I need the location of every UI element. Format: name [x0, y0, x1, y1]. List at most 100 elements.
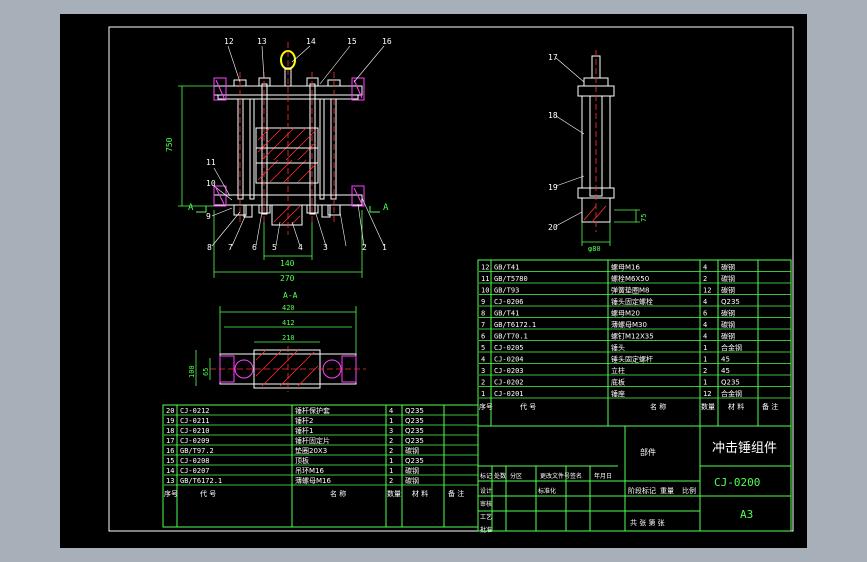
- bom-header-cell: 材 料: [412, 489, 428, 498]
- bom-cell: 薄螺母M16: [295, 476, 331, 485]
- bom-cell: 碳钢: [721, 274, 735, 283]
- dim-side-height: 75: [640, 214, 648, 222]
- bom-cell: 12: [703, 390, 711, 398]
- rev-header-cell: 分区: [510, 472, 522, 480]
- bom-cell: 1: [703, 356, 707, 364]
- bom-header-cell: 数量: [387, 489, 401, 498]
- bom-cell: 7: [481, 321, 485, 329]
- bom-cell: 2: [703, 275, 707, 283]
- bom-header-cell: 名 称: [330, 489, 346, 498]
- title-row-label: 设计: [480, 487, 492, 495]
- balloon-13: 13: [257, 37, 267, 46]
- bom-cell: Q235: [405, 417, 424, 425]
- bom-cell: 45: [721, 356, 730, 364]
- bom-cell: 6: [481, 333, 485, 341]
- balloon-20: 20: [548, 223, 558, 232]
- dim-inner-width: 140: [280, 259, 295, 268]
- bom-cell: 4: [703, 321, 707, 329]
- bom-cell: 12: [703, 287, 711, 295]
- bom-cell: 2: [389, 437, 393, 445]
- bom-cell: 螺母M16: [611, 263, 640, 272]
- bom-cell: 螺钉M12X35: [611, 332, 654, 341]
- bom-cell: CJ-0209: [180, 437, 210, 445]
- balloon-5: 5: [272, 243, 277, 252]
- bom-cell: GB/T93: [494, 287, 519, 295]
- std-label: 标准化: [538, 487, 556, 495]
- bom-cell: GB/T41: [494, 310, 519, 318]
- sheet-count: 共 张 第 张: [630, 518, 665, 527]
- bom-header-cell: 代 号: [520, 402, 536, 411]
- drawing-title: 冲击锤组件: [712, 441, 777, 456]
- weight-field: 重量: [660, 487, 674, 495]
- bom-cell: 合金钢: [721, 389, 742, 398]
- bom-cell: 碳钢: [721, 320, 735, 329]
- dim-420: 420: [282, 304, 295, 312]
- title-row-label: 审核: [480, 500, 492, 508]
- bom-cell: 8: [481, 310, 485, 318]
- bom-cell: 垫圈20X3: [295, 446, 327, 455]
- bom-cell: 碳钢: [721, 309, 735, 318]
- balloon-8: 8: [207, 243, 212, 252]
- balloon-10: 10: [206, 179, 216, 188]
- bom-cell: 顶板: [295, 456, 309, 465]
- bom-cell: 锤杆保护套: [295, 406, 330, 415]
- bom-cell: 合金钢: [721, 343, 742, 352]
- bom-cell: CJ-0206: [494, 298, 524, 306]
- bom-cell: 锤杆2: [295, 416, 313, 425]
- bom-cell: 20: [166, 407, 174, 415]
- section-mark-right: A: [383, 203, 389, 213]
- bom-cell: 4: [703, 264, 707, 272]
- balloon-7: 7: [228, 243, 233, 252]
- balloon-15: 15: [347, 37, 357, 46]
- bom-cell: 螺栓M6X50: [611, 274, 649, 283]
- bom-cell: 45: [721, 367, 730, 375]
- scale-field: 比例: [682, 486, 696, 495]
- bom-cell: Q235: [721, 298, 740, 306]
- section-label: A-A: [283, 291, 298, 300]
- bom-cell: 立柱: [611, 366, 625, 375]
- dim-65: 65: [202, 368, 210, 376]
- bom-cell: 锤头固定螺杆: [611, 355, 653, 364]
- bom-cell: 1: [481, 390, 485, 398]
- bom-cell: GB/T41: [494, 264, 519, 272]
- bom-cell: GB/T5780: [494, 275, 528, 283]
- balloon-6: 6: [252, 243, 257, 252]
- balloon-4: 4: [298, 243, 303, 252]
- bom-header-cell: 材 料: [728, 402, 744, 411]
- bom-cell: 锤座: [611, 389, 625, 398]
- bom-cell: Q235: [405, 437, 424, 445]
- dim-side-width: φ80: [588, 245, 601, 253]
- bom-cell: Q235: [405, 407, 424, 415]
- bom-cell: GB/T70.1: [494, 333, 528, 341]
- bom-cell: 5: [481, 344, 485, 352]
- balloon-16: 16: [382, 37, 392, 46]
- bom-cell: 2: [389, 447, 393, 455]
- title-row-label: 工艺: [480, 513, 492, 521]
- bom-cell: 2: [703, 367, 707, 375]
- bom-cell: 4: [481, 356, 485, 364]
- balloon-11: 11: [206, 158, 216, 167]
- title-row-label: 批准: [480, 526, 492, 534]
- bom-cell: 12: [481, 264, 489, 272]
- bom-cell: 碳钢: [405, 476, 419, 485]
- bom-cell: CJ-0205: [494, 344, 524, 352]
- bom-cell: 9: [481, 298, 485, 306]
- bom-cell: Q235: [405, 457, 424, 465]
- bom-header-cell: 备 注: [448, 489, 464, 498]
- bom-header-cell: 数量: [701, 402, 715, 411]
- balloon-3: 3: [323, 243, 328, 252]
- dim-412: 412: [282, 319, 295, 327]
- bom-cell: 吊环M16: [295, 467, 324, 475]
- bom-cell: 1: [703, 379, 707, 387]
- bom-cell: 螺母M20: [611, 309, 640, 318]
- section-mark-left: A: [188, 203, 194, 213]
- bom-cell: 碳钢: [405, 446, 419, 455]
- bom-cell: 底板: [611, 378, 625, 387]
- dim-outer-width: 270: [280, 274, 295, 283]
- bom-cell: 17: [166, 437, 174, 445]
- bom-cell: 15: [166, 457, 174, 465]
- bom-cell: GB/T97.2: [180, 447, 214, 455]
- bom-cell: 碳钢: [721, 286, 735, 295]
- balloon-18: 18: [548, 111, 558, 120]
- bom-cell: 碳钢: [405, 466, 419, 475]
